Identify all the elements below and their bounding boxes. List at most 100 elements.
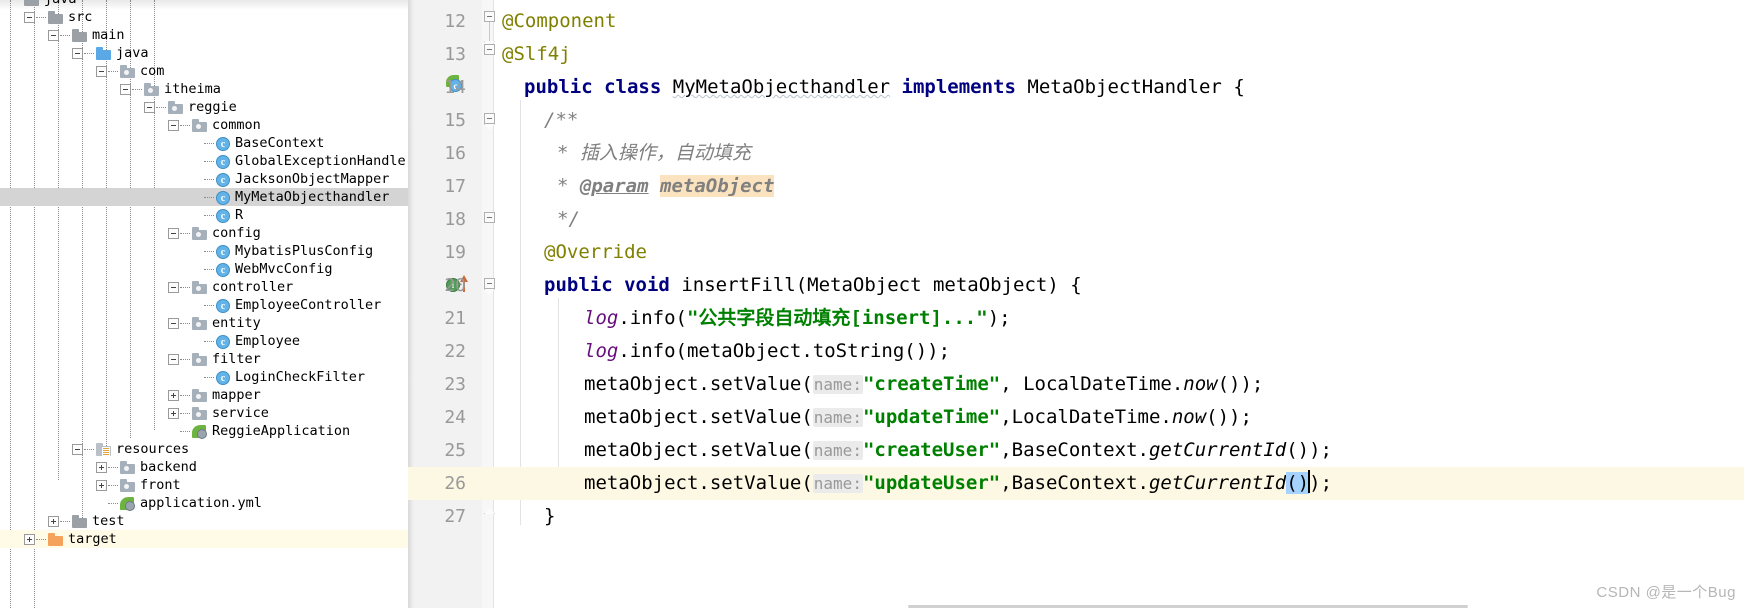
code-static-method: getCurrentId — [1148, 439, 1287, 461]
code-line-content[interactable]: public void insertFill(MetaObject metaOb… — [502, 269, 1082, 302]
project-tree[interactable]: javasrcmainjavacomitheimareggiecommoncBa… — [0, 0, 408, 548]
code-line-21[interactable]: 21 log.info("公共字段自动填充[insert]..."); — [408, 302, 1744, 335]
code-line-content[interactable]: @Component — [502, 5, 616, 38]
tree-toggle-collapse[interactable] — [168, 281, 179, 293]
tree-row-controller[interactable]: controller — [0, 278, 408, 296]
code-line-content[interactable]: @Override — [502, 236, 647, 269]
code-line-12[interactable]: 12 @Component — [408, 5, 1744, 38]
tree-toggle-collapse[interactable] — [48, 29, 59, 41]
tree-row-java[interactable]: java — [0, 0, 408, 8]
tree-row-main[interactable]: main — [0, 26, 408, 44]
folder-icon — [144, 82, 160, 96]
code-keyword-public: public — [524, 76, 593, 98]
code-line-content[interactable]: metaObject.setValue(name:"updateTime",Lo… — [502, 401, 1252, 434]
tree-row-service[interactable]: service — [0, 404, 408, 422]
code-line-content[interactable]: log.info(metaObject.toString()); — [502, 335, 950, 368]
tree-row-label: java — [44, 0, 77, 8]
tree-toggle-expand[interactable] — [168, 407, 179, 419]
tree-row-target[interactable]: target — [0, 530, 408, 548]
tree-toggle-collapse[interactable] — [168, 353, 179, 365]
tree-row-filter[interactable]: filter — [0, 350, 408, 368]
code-line-16[interactable]: 16 * 插入操作，自动填充 — [408, 137, 1744, 170]
code-line-content[interactable]: metaObject.setValue(name:"createTime", L… — [502, 368, 1263, 401]
java-class-icon: c — [216, 334, 231, 349]
tree-row-label: application.yml — [140, 495, 262, 511]
tree-row-reggieapplication[interactable]: ReggieApplication — [0, 422, 408, 440]
tree-row-mybatisplusconfig[interactable]: c MybatisPlusConfig — [0, 242, 408, 260]
tree-toggle-collapse[interactable] — [96, 65, 107, 77]
tree-toggle-expand[interactable] — [96, 461, 107, 473]
tree-row-basecontext[interactable]: c BaseContext — [0, 134, 408, 152]
tree-row-reggie[interactable]: reggie — [0, 98, 408, 116]
code-line-content[interactable]: metaObject.setValue(name:"createUser",Ba… — [502, 434, 1332, 467]
tree-row-application-yml[interactable]: application.yml — [0, 494, 408, 512]
code-line-14[interactable]: 14 public class MyMetaObjecthandler imple… — [408, 71, 1744, 104]
tree-row-logincheckfilter[interactable]: c LoginCheckFilter — [0, 368, 408, 386]
code-line-18[interactable]: 18 */ — [408, 203, 1744, 236]
tree-toggle-expand[interactable] — [168, 389, 179, 401]
code-line-content[interactable]: @Slf4j — [502, 38, 571, 71]
folder-icon — [48, 10, 64, 24]
tree-row-test[interactable]: test — [0, 512, 408, 530]
java-class-icon: c — [216, 190, 231, 205]
code-line-20[interactable]: 20 public void insertFill(MetaObject meta… — [408, 269, 1744, 302]
tree-row-common[interactable]: common — [0, 116, 408, 134]
project-tool-window[interactable]: javasrcmainjavacomitheimareggiecommoncBa… — [0, 0, 408, 608]
tree-row-java[interactable]: java — [0, 44, 408, 62]
tree-toggle-expand[interactable] — [24, 533, 35, 545]
java-class-icon: c — [216, 208, 231, 223]
code-line-22[interactable]: 22 log.info(metaObject.toString()); — [408, 335, 1744, 368]
tree-toggle-collapse[interactable] — [120, 83, 131, 95]
tree-row-label: config — [212, 225, 261, 241]
tree-toggle-collapse[interactable] — [144, 101, 155, 113]
code-line-17[interactable]: 17 * @param metaObject — [408, 170, 1744, 203]
code-line-24[interactable]: 24 metaObject.setValue(name:"updateTime",… — [408, 401, 1744, 434]
tree-toggle-collapse[interactable] — [168, 317, 179, 329]
code-line-content[interactable]: metaObject.setValue(name:"updateUser",Ba… — [502, 467, 1332, 500]
tree-row-jacksonobjectmapper[interactable]: c JacksonObjectMapper — [0, 170, 408, 188]
code-lines[interactable]: 12 @Component 13 @Slf4j 14 public class MyMet… — [408, 5, 1744, 533]
tree-row-backend[interactable]: backend — [0, 458, 408, 476]
tree-row-globalexceptionhandler[interactable]: c GlobalExceptionHandler — [0, 152, 408, 170]
code-line-25[interactable]: 25 metaObject.setValue(name:"createUser",… — [408, 434, 1744, 467]
code-line-content[interactable]: /** — [502, 104, 578, 137]
tree-toggle-collapse[interactable] — [72, 443, 83, 455]
tree-row-label: reggie — [188, 99, 237, 115]
tree-connector — [204, 304, 214, 306]
tree-toggle-collapse[interactable] — [168, 119, 179, 131]
code-line-content[interactable]: public class MyMetaObjecthandler impleme… — [502, 71, 1245, 104]
code-line-15[interactable]: 15 /** — [408, 104, 1744, 137]
tree-row-employee[interactable]: c Employee — [0, 332, 408, 350]
tree-row-itheima[interactable]: itheima — [0, 80, 408, 98]
tree-row-mapper[interactable]: mapper — [0, 386, 408, 404]
code-line-19[interactable]: 19 @Override — [408, 236, 1744, 269]
tree-row-config[interactable]: config — [0, 224, 408, 242]
code-line-content[interactable]: */ — [502, 203, 580, 236]
code-line-content[interactable]: * @param metaObject — [502, 170, 775, 203]
tree-toggle-collapse[interactable] — [24, 11, 35, 23]
tree-row-front[interactable]: front — [0, 476, 408, 494]
tree-toggle-expand[interactable] — [48, 515, 59, 527]
tree-row-mymetaobjecthandler[interactable]: c MyMetaObjecthandler — [0, 188, 408, 206]
code-line-27[interactable]: 27} — [408, 500, 1744, 533]
code-line-content[interactable]: log.info("公共字段自动填充[insert]..."); — [502, 302, 1011, 335]
tree-toggle-expand[interactable] — [96, 479, 107, 491]
code-line-content[interactable]: * 插入操作，自动填充 — [502, 137, 751, 170]
tree-row-label: MyMetaObjecthandler — [235, 189, 390, 205]
tree-row-employeecontroller[interactable]: c EmployeeController — [0, 296, 408, 314]
code-editor[interactable]: c I 12 @Component 13 @Slf4j 14 public class M… — [408, 0, 1744, 608]
tree-toggle-collapse[interactable] — [72, 47, 83, 59]
tree-toggle-collapse[interactable] — [168, 227, 179, 239]
tree-connector — [204, 376, 214, 378]
code-line-13[interactable]: 13 @Slf4j — [408, 38, 1744, 71]
tree-row-entity[interactable]: entity — [0, 314, 408, 332]
tree-connector — [180, 394, 190, 396]
tree-row-r[interactable]: cR — [0, 206, 408, 224]
tree-row-com[interactable]: com — [0, 62, 408, 80]
code-line-content[interactable]: } — [502, 500, 555, 533]
code-line-26[interactable]: 26 metaObject.setValue(name:"updateUser",… — [408, 467, 1744, 500]
tree-row-webmvcconfig[interactable]: c WebMvcConfig — [0, 260, 408, 278]
tree-row-resources[interactable]: resources — [0, 440, 408, 458]
code-line-23[interactable]: 23 metaObject.setValue(name:"createTime",… — [408, 368, 1744, 401]
tree-row-src[interactable]: src — [0, 8, 408, 26]
